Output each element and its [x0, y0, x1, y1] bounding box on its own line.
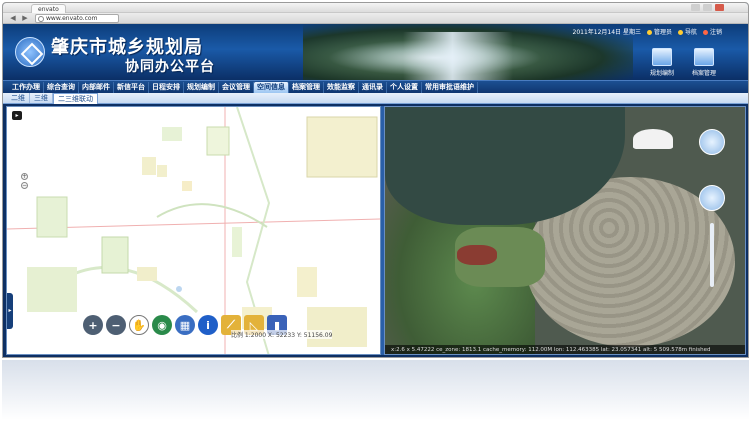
nav-link[interactable]: 导航 — [677, 27, 697, 36]
screen-reflection — [2, 360, 749, 420]
nav-item-meeting[interactable]: 会议管理 — [219, 81, 254, 93]
tilt-control-icon[interactable] — [699, 185, 725, 211]
nav-item-spatial[interactable]: 空间信息 — [254, 81, 289, 93]
map-workspace: ▸ + − ▸ + − ✋ ◉ ▦ i ⟋ ◺ ▮ 比例 1:2000 X: 5… — [3, 104, 748, 357]
close-icon[interactable] — [715, 4, 724, 11]
zoom-out-icon[interactable]: − — [21, 182, 28, 189]
compass-icon[interactable] — [699, 129, 725, 155]
nav-item-schedule[interactable]: 日程安排 — [149, 81, 184, 93]
address-bar: ◀ ▶ www.envato.com — [3, 13, 748, 24]
header-status-row: 2011年12月14日 星期三 管理员 导航 注销 — [573, 26, 723, 36]
plaza-red-area — [457, 245, 497, 265]
planning-compile-button[interactable]: 规划编制 — [643, 48, 681, 78]
forward-icon[interactable]: ▶ — [21, 15, 29, 22]
dome-building — [633, 129, 673, 149]
logout-link[interactable]: 注销 — [702, 27, 722, 36]
identify-info-icon[interactable]: i — [198, 315, 218, 335]
nav-icon — [677, 29, 683, 35]
user-icon — [646, 29, 652, 35]
panel-toggle-icon[interactable]: ▸ — [12, 111, 22, 120]
back-icon[interactable]: ◀ — [9, 15, 17, 22]
url-text: www.envato.com — [46, 15, 98, 22]
bureau-logo-icon — [15, 37, 45, 67]
nav-item-archive[interactable]: 档案管理 — [289, 81, 324, 93]
browser-window: envato ◀ ▶ www.envato.com 肇庆市城乡规划局 协同办公平… — [2, 2, 749, 358]
archive-manage-button[interactable]: 档案管理 — [685, 48, 723, 78]
full-extent-icon[interactable]: ◉ — [152, 315, 172, 335]
nav-item-contacts[interactable]: 通讯录 — [359, 81, 387, 93]
nav-item-mail[interactable]: 内部邮件 — [79, 81, 114, 93]
side-collapse-handle[interactable]: ▸ — [7, 293, 13, 329]
map-2d-coordinates: 比例 1:2000 X: 52233 Y: 51156.09 — [231, 330, 333, 339]
layers-icon[interactable]: ▦ — [175, 315, 195, 335]
nav-item-phrases[interactable]: 常用审批语维护 — [422, 81, 478, 93]
nav-item-planning[interactable]: 规划编制 — [184, 81, 219, 93]
globe-icon — [38, 16, 44, 22]
nav-item-platform[interactable]: 新信平台 — [114, 81, 149, 93]
url-input[interactable]: www.envato.com — [35, 14, 119, 23]
waterfall-image — [403, 32, 513, 80]
tab-2d[interactable]: 二维 — [7, 93, 30, 103]
pan-hand-icon[interactable]: ✋ — [129, 315, 149, 335]
maximize-icon[interactable] — [703, 4, 712, 11]
browser-titlebar: envato — [3, 3, 748, 13]
browser-tab[interactable]: envato — [31, 4, 66, 13]
zoom-in-icon[interactable]: + — [21, 173, 28, 180]
nav-item-work[interactable]: 工作办理 — [9, 81, 44, 93]
app-subtitle: 协同办公平台 — [125, 59, 215, 75]
tab-3d[interactable]: 三维 — [30, 93, 53, 103]
user-link[interactable]: 管理员 — [646, 27, 672, 36]
map-3d-status: x:2.6 x 5.47222 ce_zone: 1813.1 cache_me… — [385, 345, 745, 354]
map-2d-panel[interactable]: ▸ + − ▸ + − ✋ ◉ ▦ i ⟋ ◺ ▮ 比例 1:2000 X: 5… — [6, 106, 381, 355]
tab-2d-3d-linked[interactable]: 二三维联动 — [53, 92, 98, 104]
date-text: 2011年12月14日 星期三 — [572, 28, 641, 36]
zoom-slider[interactable] — [710, 223, 714, 287]
nav-item-supervision[interactable]: 效能监察 — [324, 81, 359, 93]
app-header: 肇庆市城乡规划局 协同办公平台 2011年12月14日 星期三 管理员 导航 注… — [3, 24, 748, 80]
planning-icon — [652, 48, 672, 66]
nav-item-query[interactable]: 综合查询 — [44, 81, 79, 93]
map-3d-panel[interactable]: x:2.6 x 5.47222 ce_zone: 1813.1 cache_me… — [384, 106, 746, 355]
zoom-control: + − — [21, 173, 29, 191]
main-nav: 工作办理 综合查询 内部邮件 新信平台 日程安排 规划编制 会议管理 空间信息 … — [3, 80, 748, 93]
logout-icon — [702, 29, 708, 35]
zoom-out-tool-icon[interactable]: − — [106, 315, 126, 335]
minimize-icon[interactable] — [691, 4, 700, 11]
zoom-in-tool-icon[interactable]: + — [83, 315, 103, 335]
nav-item-settings[interactable]: 个人设置 — [387, 81, 422, 93]
archive-icon — [694, 48, 714, 66]
sub-nav: 二维 三维 二三维联动 — [3, 92, 748, 104]
